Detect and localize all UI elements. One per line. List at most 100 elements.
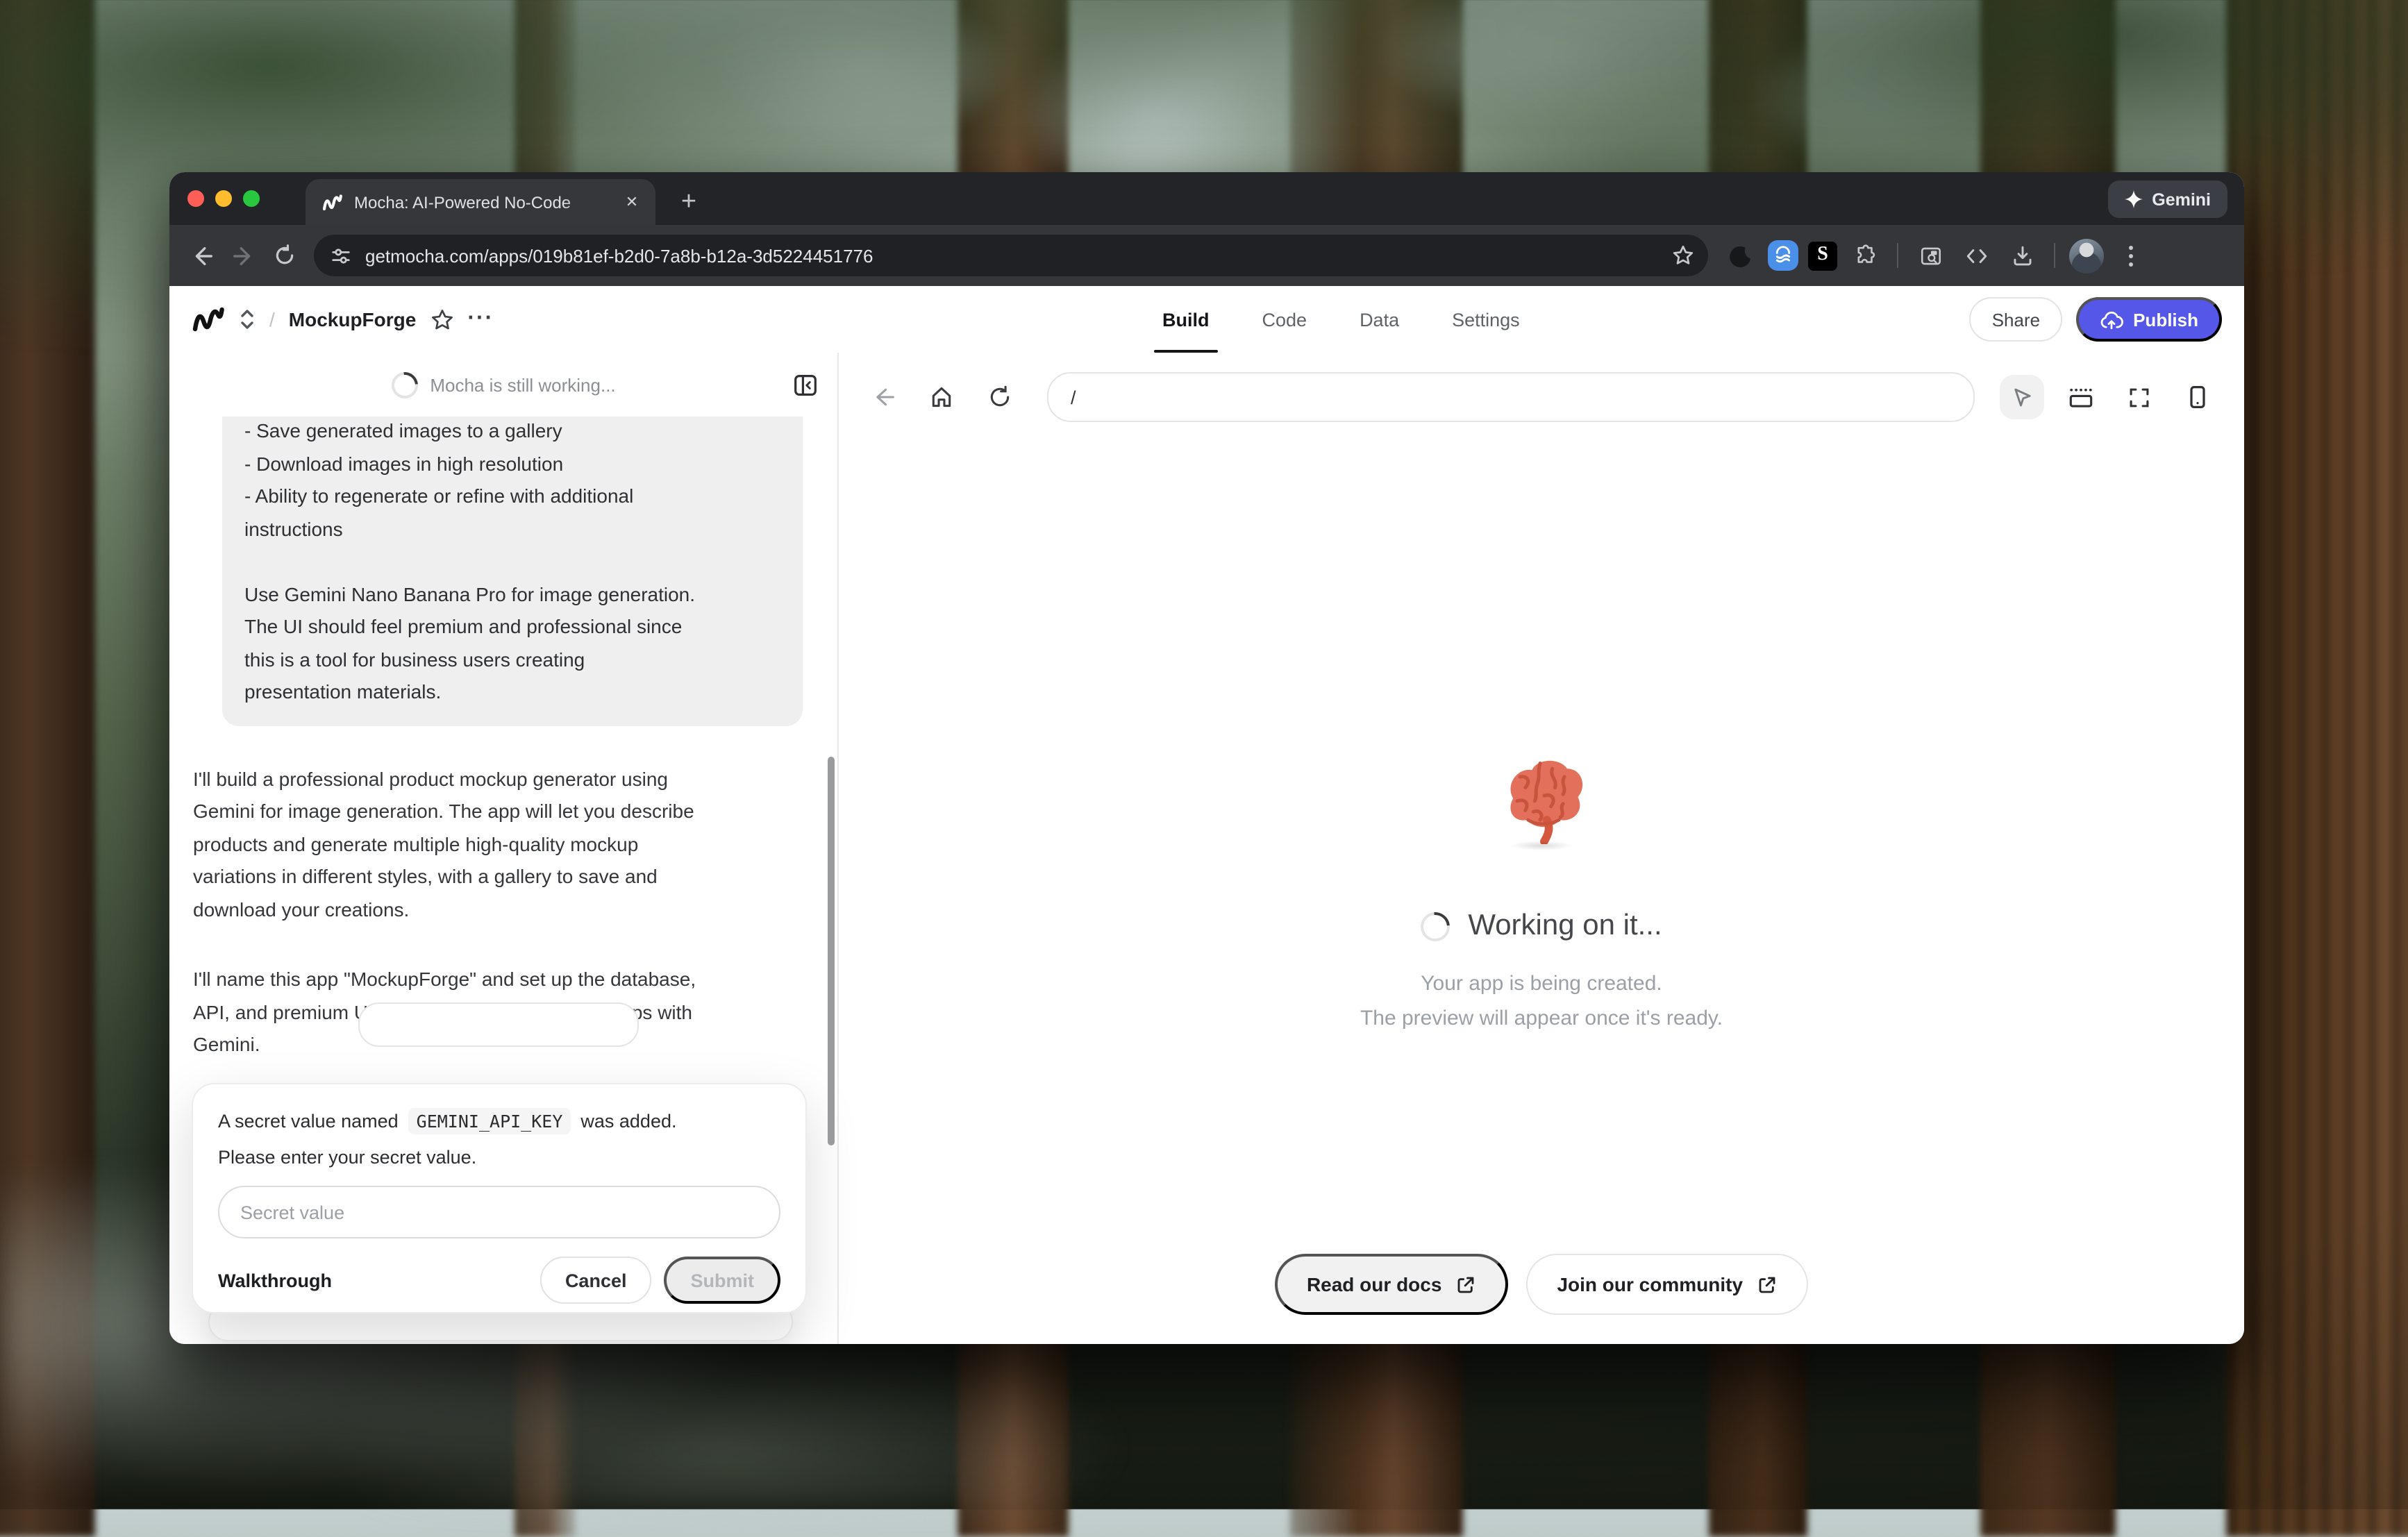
s-extension-icon[interactable]: S: [1808, 241, 1837, 270]
tab-favicon-mocha-icon: [322, 193, 343, 211]
profile-avatar[interactable]: [2069, 238, 2104, 273]
tab-data[interactable]: Data: [1360, 286, 1399, 353]
gemini-badge[interactable]: Gemini: [2107, 180, 2227, 218]
toolbar-divider: [2054, 243, 2055, 268]
assistant-line: products and generate multiple high-qual…: [193, 828, 812, 861]
app-tabs: Build Code Data Settings: [1162, 286, 1520, 353]
app-header-right: Share Publish: [1970, 297, 2222, 342]
assistant-line: download your creations.: [193, 893, 812, 926]
working-status-row: Working on it...: [839, 909, 2244, 943]
user-message-line: - Save generated images to a gallery: [244, 417, 780, 448]
more-options-icon[interactable]: ···: [467, 307, 494, 332]
fullscreen-icon[interactable]: [2116, 375, 2161, 419]
browser-tab[interactable]: Mocha: AI-Powered No-Code ✕: [306, 179, 655, 225]
minimize-window-button[interactable]: [215, 190, 232, 207]
mocha-logo-icon[interactable]: [192, 305, 225, 333]
extensions-puzzle-icon[interactable]: [1847, 237, 1883, 274]
toggle-browser-bar-icon[interactable]: [2058, 375, 2102, 419]
secret-dialog-footer: Walkthrough Cancel Submit: [218, 1257, 780, 1304]
publish-button[interactable]: Publish: [2076, 297, 2222, 342]
browser-window: Mocha: AI-Powered No-Code ✕ + Gemini: [169, 172, 2244, 1344]
secret-message-suffix: was added.: [580, 1111, 676, 1132]
app-header-left: / MockupForge ···: [192, 305, 494, 333]
mobile-view-icon[interactable]: [2175, 375, 2219, 419]
address-bar[interactable]: getmocha.com/apps/019b81ef-b2d0-7a8b-b12…: [314, 235, 1708, 276]
tab-build[interactable]: Build: [1162, 286, 1210, 353]
submit-button[interactable]: Submit: [664, 1257, 781, 1304]
secret-dialog-prompt: Please enter your secret value.: [218, 1147, 780, 1168]
agent-status-row: Mocha is still working...: [169, 353, 837, 417]
preview-bottom-actions: Read our docs Join our community: [839, 1254, 2244, 1315]
working-spinner-icon: [1415, 905, 1456, 946]
app-name[interactable]: MockupForge: [289, 308, 417, 330]
favorite-star-icon[interactable]: [430, 308, 453, 331]
status-spinner-icon: [386, 366, 424, 403]
user-message-line: [244, 546, 780, 578]
browser-menu-icon[interactable]: [2114, 237, 2147, 274]
secret-dialog-message: A secret value named GEMINI_API_KEY was …: [218, 1108, 780, 1134]
cancel-button[interactable]: Cancel: [540, 1257, 652, 1304]
tab-code[interactable]: Code: [1262, 286, 1307, 353]
user-message-card: - Save generated images to a gallery - D…: [222, 417, 803, 725]
publish-button-label: Publish: [2133, 309, 2198, 330]
preview-status-stack: Working on it... Your app is being creat…: [839, 753, 2244, 1036]
dark-mode-moon-icon[interactable]: [1722, 237, 1758, 274]
gemini-badge-label: Gemini: [2152, 190, 2211, 209]
bookmark-star-icon[interactable]: [1666, 239, 1700, 272]
working-subtitle: Your app is being created. The preview w…: [839, 966, 2244, 1036]
url-text[interactable]: getmocha.com/apps/019b81ef-b2d0-7a8b-b12…: [365, 245, 1653, 266]
app-switcher-icon[interactable]: [239, 308, 256, 330]
tab-settings[interactable]: Settings: [1452, 286, 1520, 353]
browser-tab-strip: Mocha: AI-Powered No-Code ✕ + Gemini: [169, 172, 2244, 225]
preview-panel: /: [839, 353, 2244, 1344]
preview-home-icon[interactable]: [919, 375, 964, 419]
preview-toolbar: /: [839, 353, 2244, 442]
brain-emoji: [1493, 753, 1590, 844]
join-community-button[interactable]: Join our community: [1526, 1254, 1808, 1315]
reload-button[interactable]: [264, 235, 306, 276]
browser-toolbar: getmocha.com/apps/019b81ef-b2d0-7a8b-b12…: [169, 225, 2244, 286]
wave-extension-icon[interactable]: [1768, 240, 1798, 271]
tab-title: Mocha: AI-Powered No-Code: [354, 192, 608, 212]
preview-back-icon[interactable]: [861, 375, 905, 419]
user-message-line: The UI should feel premium and professio…: [244, 611, 780, 644]
select-element-tool-icon[interactable]: [2000, 375, 2044, 419]
extensions-row: S: [1722, 237, 2147, 274]
downloads-icon[interactable]: [2004, 237, 2040, 274]
assistant-paragraph: I'll build a professional product mockup…: [193, 763, 812, 926]
secret-value-input[interactable]: [218, 1186, 780, 1238]
new-tab-button[interactable]: +: [669, 183, 708, 222]
external-link-icon: [1757, 1274, 1778, 1295]
working-title: Working on it...: [1468, 909, 1662, 943]
collapse-panel-icon[interactable]: [792, 371, 819, 398]
read-docs-button[interactable]: Read our docs: [1275, 1254, 1509, 1315]
secret-value-dialog: A secret value named GEMINI_API_KEY was …: [192, 1083, 807, 1313]
hidden-action-pill: [358, 1002, 639, 1047]
assistant-line: Gemini for image generation. The app wil…: [193, 796, 812, 828]
chat-scrollbar-thumb[interactable]: [828, 757, 835, 1145]
share-button[interactable]: Share: [1970, 297, 2062, 342]
tab-close-icon[interactable]: ✕: [619, 190, 644, 215]
user-message-line: this is a tool for business users creati…: [244, 644, 780, 676]
site-settings-icon[interactable]: [331, 245, 351, 266]
zoom-window-button[interactable]: [243, 190, 260, 207]
user-message-line: - Ability to regenerate or refine with a…: [244, 480, 780, 513]
assistant-line: I'll name this app "MockupForge" and set…: [193, 964, 812, 996]
read-docs-label: Read our docs: [1307, 1273, 1442, 1295]
dev-code-icon[interactable]: [1958, 237, 1994, 274]
forward-button[interactable]: [222, 235, 264, 276]
preview-refresh-icon[interactable]: [978, 375, 1022, 419]
subtitle-line: Your app is being created.: [839, 966, 2244, 1001]
back-button[interactable]: [181, 235, 222, 276]
reading-mode-icon[interactable]: [1912, 237, 1948, 274]
chat-panel: Mocha is still working... - Save generat…: [169, 353, 839, 1344]
walkthrough-link[interactable]: Walkthrough: [218, 1270, 332, 1291]
assistant-line: variations in different styles, with a g…: [193, 861, 812, 893]
close-window-button[interactable]: [187, 190, 204, 207]
user-message-line: - Download images in high resolution: [244, 448, 780, 480]
cloud-upload-icon: [2100, 309, 2123, 330]
breadcrumb-separator: /: [269, 308, 275, 330]
user-message-line: instructions: [244, 513, 780, 546]
assistant-line: I'll build a professional product mockup…: [193, 763, 812, 796]
preview-address-bar[interactable]: /: [1047, 372, 1975, 422]
